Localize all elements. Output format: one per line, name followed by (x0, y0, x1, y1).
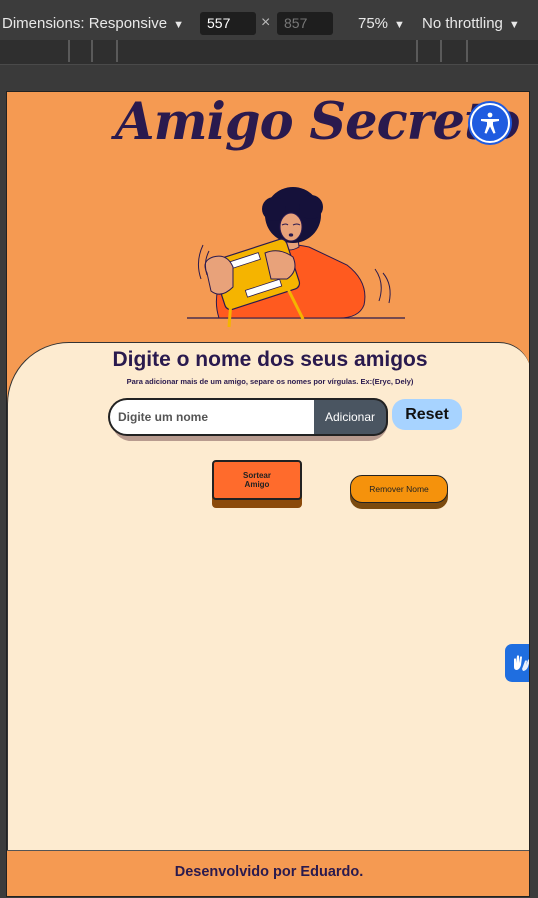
card-hint: Para adicionar mais de um amigo, separe … (126, 377, 414, 386)
person-holding-tablet-illustration (187, 187, 405, 328)
chevron-down-icon: ▼ (394, 19, 405, 31)
reset-button[interactable]: Reset (392, 399, 462, 430)
height-input[interactable]: 857 (277, 12, 333, 35)
page-title: Amigo Secreto (115, 92, 521, 152)
zoom-dropdown[interactable]: 75% ▼ (358, 15, 405, 32)
page-viewport: Amigo Secreto Digite o nome dos seus ami… (6, 91, 530, 897)
input-card: Digite o nome dos seus amigos Para adici… (7, 342, 529, 850)
accessibility-button[interactable] (470, 103, 510, 143)
draw-button-label: Sortear Amigo (212, 460, 302, 500)
add-button[interactable]: Adicionar (314, 398, 388, 436)
page-footer: Desenvolvido por Eduardo. (7, 850, 529, 896)
chevron-down-icon: ▼ (173, 19, 184, 31)
input-group: Adicionar (108, 398, 388, 441)
zoom-label: 75% (358, 15, 389, 32)
accessibility-person-icon (481, 112, 499, 134)
throttling-dropdown[interactable]: No throttling ▼ (422, 15, 520, 32)
draw-friend-button[interactable]: Sortear Amigo (212, 460, 302, 508)
ruler-gap (0, 64, 538, 90)
times-sign: × (261, 14, 271, 31)
remove-name-button[interactable]: Remover Nome (350, 475, 448, 510)
friend-name-input[interactable] (108, 398, 314, 436)
sign-language-hands-icon (514, 655, 529, 671)
dimensions-dropdown[interactable]: Dimensions: Responsive ▼ (2, 15, 184, 32)
remove-button-label: Remover Nome (350, 475, 448, 503)
throttling-label: No throttling (422, 15, 503, 32)
chevron-down-icon: ▼ (508, 19, 520, 31)
dimensions-label: Dimensions: Responsive (2, 15, 168, 32)
card-heading: Digite o nome dos seus amigos (112, 348, 428, 371)
vlibras-widget-button[interactable] (505, 644, 529, 682)
width-input[interactable]: 557 (200, 12, 256, 35)
media-query-ruler (0, 40, 538, 64)
